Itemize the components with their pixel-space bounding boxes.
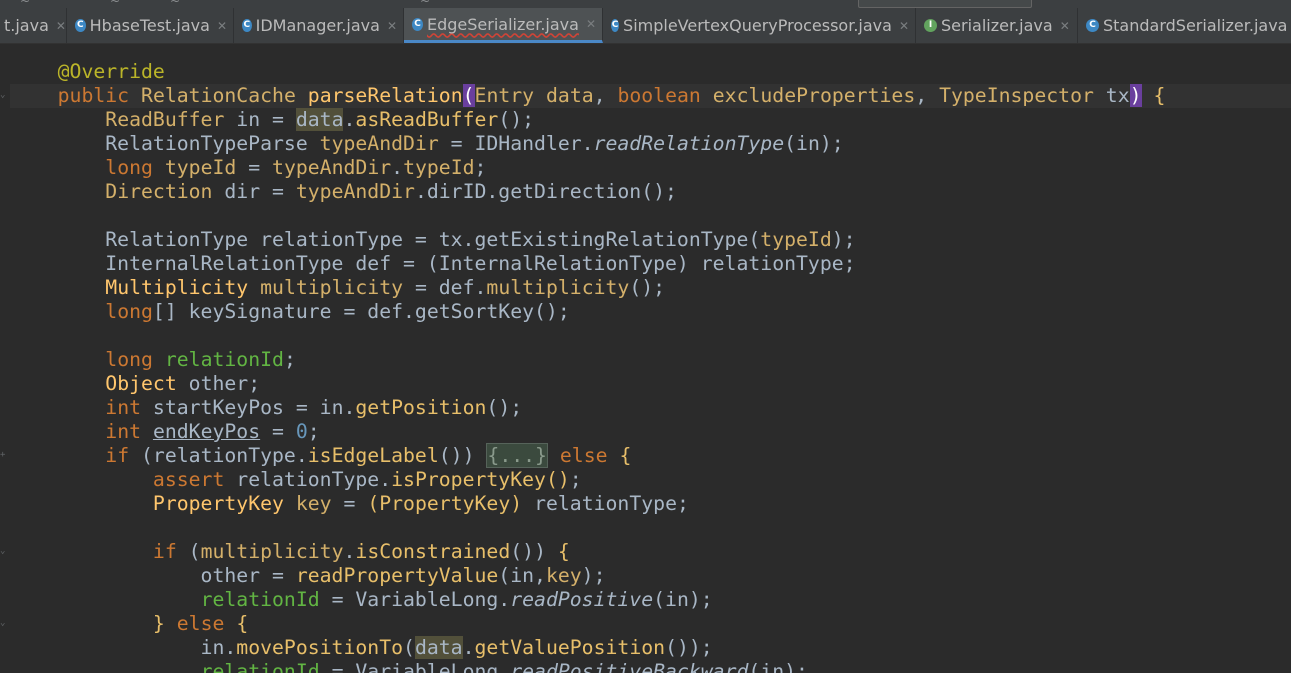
menu-fragment: ~	[170, 0, 181, 8]
fold-marker-icon[interactable]: ⌄	[0, 547, 8, 556]
tab-hbasetest-java[interactable]: C HbaseTest.java ✕	[67, 8, 234, 43]
code-line[interactable]: public RelationCache parseRelation(Entry…	[10, 84, 1291, 108]
tab-edgeserializer-java[interactable]: C EdgeSerializer.java ✕	[404, 8, 603, 43]
code-line[interactable]: ​	[10, 204, 1291, 228]
tab-standardserializer-java[interactable]: C StandardSerializer.java	[1078, 8, 1291, 43]
code-line[interactable]: relationId = VariableLong.readPositive(i…	[10, 588, 1291, 612]
tab-simplevertexqueryprocessor-java[interactable]: C SimpleVertexQueryProcessor.java ✕	[603, 8, 916, 43]
menu-fragment: ~	[110, 0, 121, 8]
code-line[interactable]: Multiplicity multiplicity = def.multipli…	[10, 276, 1291, 300]
menu-fragment: ~	[20, 0, 31, 8]
close-icon[interactable]: ✕	[586, 17, 596, 31]
tab-t-java[interactable]: t.java ✕	[0, 8, 67, 43]
tab-label: HbaseTest.java	[89, 16, 210, 35]
code-editor[interactable]: ⌄ + ⌄ ⌄ @Override public RelationCache p…	[0, 44, 1291, 673]
code-line[interactable]: @Override	[10, 60, 1291, 84]
fold-marker-icon[interactable]: ⌄	[0, 91, 8, 100]
search-field-remnant[interactable]	[858, 0, 1032, 8]
code-line[interactable]: RelationType relationType = tx.getExisti…	[10, 228, 1291, 252]
code-line[interactable]: InternalRelationType def = (InternalRela…	[10, 252, 1291, 276]
code-line[interactable]: Direction dir = typeAndDir.dirID.getDire…	[10, 180, 1291, 204]
java-class-icon: C	[1086, 19, 1099, 32]
tab-serializer-java[interactable]: I Serializer.java ✕	[916, 8, 1078, 43]
code-line[interactable]: relationId = VariableLong.readPositiveBa…	[10, 660, 1291, 673]
fold-marker-icon[interactable]: +	[0, 451, 8, 460]
menu-fragment: ~	[420, 0, 431, 8]
close-icon[interactable]: ✕	[1060, 19, 1070, 33]
java-interface-icon: I	[924, 19, 937, 32]
code-line[interactable]: long[] keySignature = def.getSortKey();	[10, 300, 1291, 324]
editor-tab-bar: t.java ✕ C HbaseTest.java ✕ C IDManager.…	[0, 8, 1291, 44]
code-line[interactable]: ​	[10, 324, 1291, 348]
java-class-icon: C	[242, 19, 252, 32]
close-icon[interactable]: ✕	[387, 19, 397, 33]
code-line[interactable]: other = readPropertyValue(in,key);	[10, 564, 1291, 588]
fold-marker-icon[interactable]: ⌄	[0, 619, 8, 628]
java-class-icon: C	[611, 19, 620, 32]
tab-label: StandardSerializer.java	[1103, 16, 1288, 35]
code-line[interactable]: in.movePositionTo(data.getValuePosition(…	[10, 636, 1291, 660]
close-icon[interactable]: ✕	[899, 19, 909, 33]
java-class-icon: C	[75, 19, 86, 32]
tab-label: Serializer.java	[941, 16, 1053, 35]
code-text[interactable]: @Override public RelationCache parseRela…	[10, 60, 1291, 673]
code-line[interactable]: int startKeyPos = in.getPosition();	[10, 396, 1291, 420]
code-line[interactable]: long relationId;	[10, 348, 1291, 372]
code-line[interactable]: long typeId = typeAndDir.typeId;	[10, 156, 1291, 180]
close-icon[interactable]: ✕	[56, 19, 66, 33]
tab-label: t.java	[4, 16, 49, 35]
code-line[interactable]: PropertyKey key = (PropertyKey) relation…	[10, 492, 1291, 516]
code-line[interactable]: int endKeyPos = 0;	[10, 420, 1291, 444]
tab-label: IDManager.java	[255, 16, 380, 35]
code-line[interactable]: if (relationType.isEdgeLabel()) {...} el…	[10, 443, 1291, 468]
menu-strip-remnant: ~ ~ ~ ~	[0, 0, 1291, 8]
code-line[interactable]: ReadBuffer in = data.asReadBuffer();	[10, 108, 1291, 132]
code-line[interactable]: Object other;	[10, 372, 1291, 396]
code-line[interactable]: if (multiplicity.isConstrained()) {	[10, 540, 1291, 564]
close-icon[interactable]: ✕	[217, 19, 227, 33]
code-line[interactable]: assert relationType.isPropertyKey();	[10, 468, 1291, 492]
tab-idmanager-java[interactable]: C IDManager.java ✕	[234, 8, 404, 43]
code-line[interactable]: ​	[10, 516, 1291, 540]
java-class-icon: C	[412, 17, 423, 31]
code-line[interactable]: } else {	[10, 612, 1291, 636]
code-line[interactable]: RelationTypeParse typeAndDir = IDHandler…	[10, 132, 1291, 156]
tab-label: EdgeSerializer.java	[426, 14, 579, 34]
tab-label: SimpleVertexQueryProcessor.java	[623, 16, 892, 35]
